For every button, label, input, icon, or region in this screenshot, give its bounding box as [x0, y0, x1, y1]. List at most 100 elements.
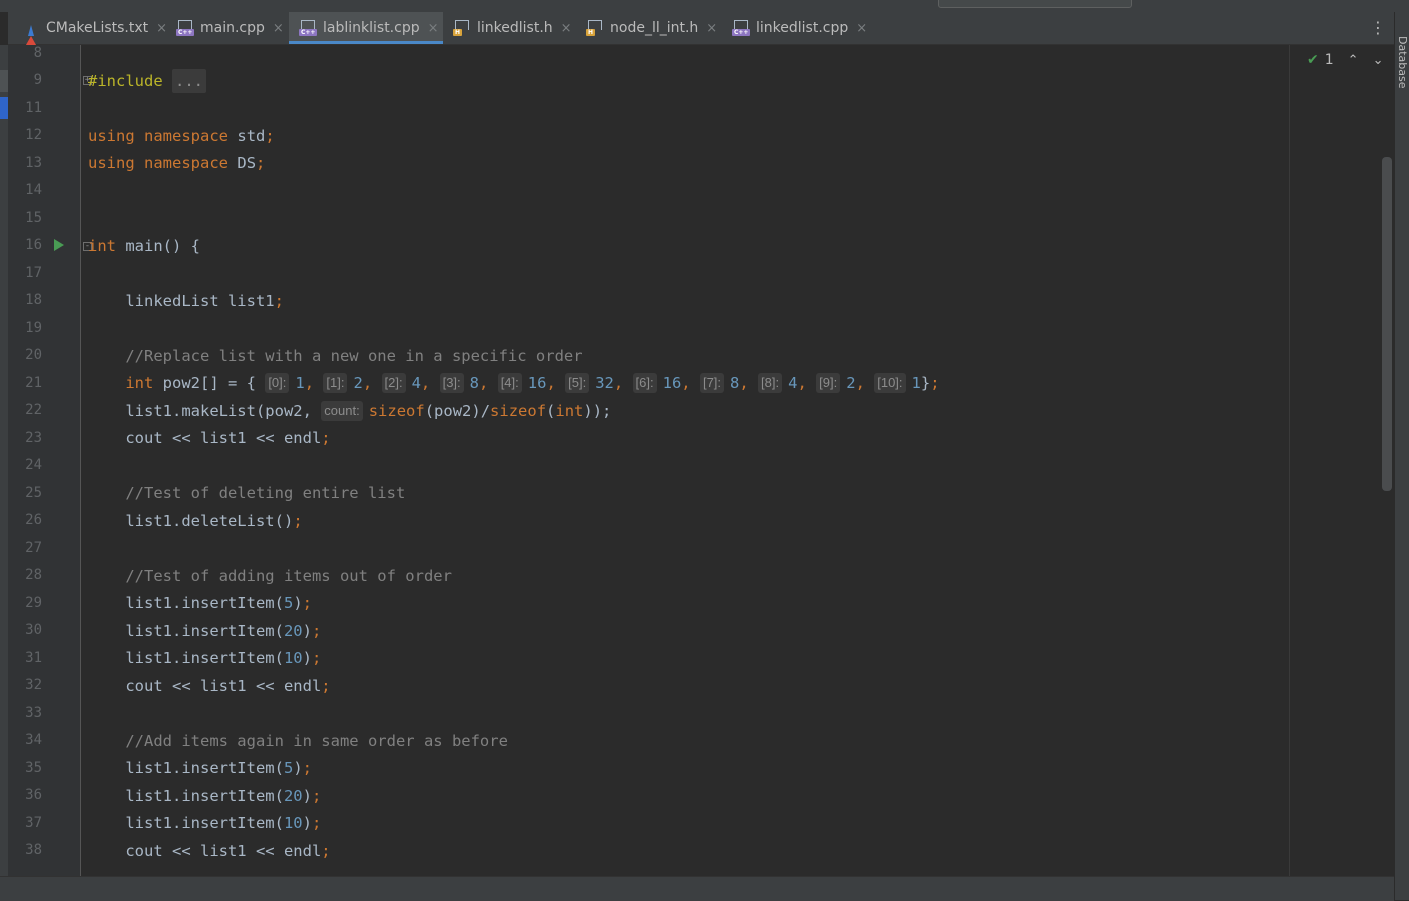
code-line-cout: cout << list1 << endl; [88, 842, 331, 860]
code-line-cout: cout << list1 << endl; [88, 429, 331, 447]
line-number: 24 [25, 457, 42, 473]
tab-label: CMakeLists.txt [46, 20, 149, 36]
parameter-hint: [7]: [699, 373, 725, 393]
code-line-include: #include ... [88, 69, 206, 93]
line-number: 12 [25, 127, 42, 143]
tab-main-cpp[interactable]: C++ main.cpp × [166, 12, 290, 44]
code-line-insert: list1.insertItem(10); [88, 814, 322, 832]
preprocessor-directive: #include [88, 72, 163, 90]
code-line-insert: list1.insertItem(10); [88, 649, 322, 667]
line-number: 19 [25, 320, 42, 336]
cpp-file-icon: C++ [299, 20, 318, 36]
code-comment: //Test of adding items out of order [88, 567, 452, 585]
line-number: 37 [25, 815, 42, 831]
line-number: 18 [25, 292, 42, 308]
code-line-insert: list1.insertItem(20); [88, 622, 322, 640]
code-line-insert: list1.insertItem(20); [88, 787, 322, 805]
tab-linkedlist-cpp[interactable]: C++ linkedlist.cpp × [722, 12, 880, 44]
folded-includes-placeholder[interactable]: ... [172, 69, 206, 93]
header-file-icon: H [586, 20, 604, 36]
code-line-insert: list1.insertItem(5); [88, 594, 312, 612]
tab-label: node_ll_int.h [610, 20, 699, 36]
tab-cmakelists[interactable]: CMakeLists.txt × [12, 12, 167, 52]
line-number: 32 [25, 677, 42, 693]
code-line-deletelist: list1.deleteList(); [88, 512, 303, 530]
run-main-icon[interactable] [54, 239, 64, 251]
line-number: 26 [25, 512, 42, 528]
line-number: 8 [33, 45, 42, 61]
line-number: 22 [25, 402, 42, 418]
close-icon[interactable]: × [856, 21, 867, 36]
left-tool-strip [0, 45, 8, 876]
line-number: 33 [25, 705, 42, 721]
parameter-hint: [6]: [632, 373, 657, 393]
run-config-selector[interactable] [938, 0, 1132, 8]
line-number: 25 [25, 485, 42, 501]
line-number: 14 [25, 182, 42, 198]
code-line-main: int main() { [88, 237, 200, 255]
parameter-hint: [3]: [439, 373, 464, 393]
code-line-using-std: using namespace std; [88, 127, 275, 145]
line-number: 21 [25, 375, 42, 391]
tab-lablinklist-cpp[interactable]: C++ lablinklist.cpp × [289, 12, 443, 44]
check-icon: ✔ [1307, 52, 1319, 68]
horizontal-scroll-area [0, 876, 1394, 901]
parameter-hint: [2]: [381, 373, 406, 393]
close-icon[interactable]: × [273, 21, 284, 36]
current-line-marker [0, 97, 8, 119]
code-comment: //Add items again in same order as befor… [88, 732, 508, 750]
editor-tab-bar: CMakeLists.txt × C++ main.cpp × C++ labl… [8, 12, 1394, 52]
close-icon[interactable]: × [706, 21, 717, 36]
code-comment: //Replace list with a new one in a speci… [88, 347, 583, 365]
line-number: 16 [25, 237, 42, 253]
line-number: 20 [25, 347, 42, 363]
parameter-hint: [5]: [565, 373, 590, 393]
code-line-makelist: list1.makeList(pow2, count: sizeof(pow2)/… [88, 401, 612, 421]
header-file-icon: H [453, 20, 471, 36]
vertical-scrollbar[interactable] [1382, 157, 1392, 491]
code-line-using-ds: using namespace DS; [88, 154, 266, 172]
code-line-pow2: int pow2[] = { [0]: 1, [1]: 2, [2]: 4, [3]:… [125, 373, 940, 393]
tab-node-ll-int-h[interactable]: H node_ll_int.h × [576, 12, 722, 44]
line-number: 31 [25, 650, 42, 666]
tab-label: main.cpp [200, 20, 265, 36]
code-editor[interactable]: #include ... using namespace std; using … [81, 45, 1289, 876]
line-number: 27 [25, 540, 42, 556]
parameter-hint-count: count: [321, 401, 363, 421]
line-number: 34 [25, 732, 42, 748]
line-number: 11 [25, 100, 42, 116]
close-icon[interactable]: × [561, 21, 572, 36]
line-number: 30 [25, 622, 42, 638]
cmake-icon [22, 20, 40, 52]
code-comment: //Test of deleting entire list [88, 484, 406, 502]
code-line-cout: cout << list1 << endl; [88, 677, 331, 695]
line-number: 15 [25, 210, 42, 226]
cpp-file-icon: C++ [176, 20, 195, 36]
close-icon[interactable]: × [428, 21, 439, 36]
more-tabs-menu-icon[interactable]: ⋮ [1370, 19, 1386, 37]
line-number: 38 [25, 842, 42, 858]
line-number: 9 [33, 72, 42, 88]
code-line-declare-list: linkedList list1; [88, 292, 284, 310]
tab-label: linkedlist.h [477, 20, 553, 36]
code-line-insert: list1.insertItem(5); [88, 759, 312, 777]
right-margin-guide [1289, 45, 1290, 876]
parameter-hint: [9]: [816, 373, 841, 393]
database-tool-window-button[interactable]: Database [1396, 36, 1409, 89]
parameter-hint: [4]: [497, 373, 522, 393]
tab-linkedlist-h[interactable]: H linkedlist.h × [443, 12, 577, 44]
line-number: 35 [25, 760, 42, 776]
next-highlight-icon[interactable]: ⌄ [1373, 53, 1384, 68]
previous-highlight-icon[interactable]: ⌃ [1348, 53, 1359, 68]
tab-label: lablinklist.cpp [323, 20, 420, 36]
inspection-count: 1 [1324, 52, 1334, 68]
line-number: 23 [25, 430, 42, 446]
line-number: 13 [25, 155, 42, 171]
line-number-gutter[interactable]: 8 9 11 12 13 14 15 16 17 18 19 20 21 22 … [8, 45, 92, 876]
parameter-hint: [1]: [323, 373, 348, 393]
top-toolbar-strip [0, 0, 1409, 12]
parameter-hint: [10]: [874, 373, 906, 393]
line-number: 29 [25, 595, 42, 611]
bookmark-marker [0, 70, 8, 92]
inspection-widget[interactable]: ✔ 1 ⌃ ⌄ [1307, 52, 1383, 68]
